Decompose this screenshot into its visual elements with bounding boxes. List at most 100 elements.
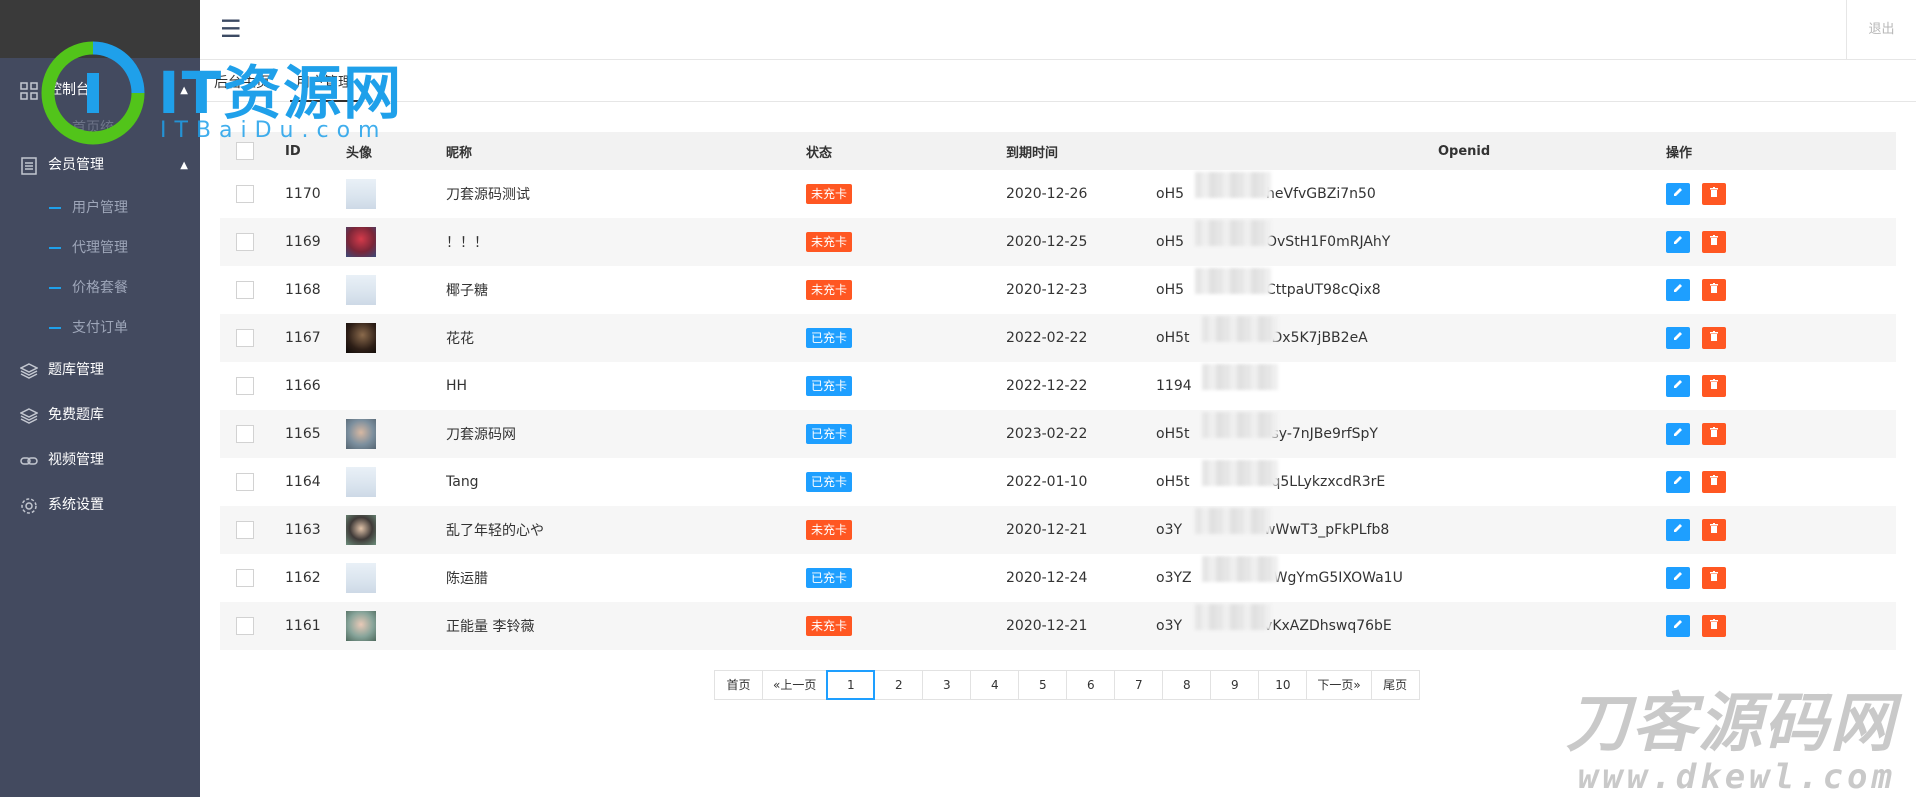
redaction-blur [1195,268,1271,294]
openid-prefix: oH5t [1156,330,1190,346]
delete-button[interactable] [1702,231,1726,253]
openid-prefix: 1194 [1156,378,1192,394]
trash-icon [1710,187,1718,197]
column-header-nickname[interactable]: 昵称 [446,132,806,170]
sidebar-item-members[interactable]: 会员管理 ▲ [0,143,200,188]
sidebar-subitem-label: 用户管理 [72,200,128,216]
pagination-page[interactable]: 4 [970,670,1020,700]
pagination-page[interactable]: 3 [922,670,972,700]
openid-prefix: oH5 [1156,186,1184,202]
table-row: 1163 乱了年轻的心や 未充卡 2020-12-21 o3Y wWwT3_pFkPLfb… [220,506,1896,554]
pencil-icon [1674,428,1682,436]
edit-button[interactable] [1666,375,1690,397]
row-checkbox[interactable] [236,185,254,203]
hamburger-icon[interactable]: ☰ [220,14,242,44]
delete-button[interactable] [1702,183,1726,205]
column-header-avatar[interactable]: 头像 [346,132,446,170]
pagination-page[interactable]: 6 [1066,670,1116,700]
sidebar-subitem-payment-orders[interactable]: 支付订单 [0,308,200,348]
pagination-first[interactable]: 首页 [714,670,763,700]
delete-button[interactable] [1702,567,1726,589]
openid-suffix: WgYmG5IXOWa1U [1273,570,1403,586]
row-checkbox[interactable] [236,425,254,443]
pagination-next[interactable]: 下一页» [1306,670,1372,700]
row-checkbox[interactable] [236,233,254,251]
pagination-page[interactable]: 1 [826,670,876,700]
delete-button[interactable] [1702,327,1726,349]
sidebar-item-console[interactable]: 控制台 ▲ [0,68,200,113]
sidebar-subitem-label: 价格套餐 [72,280,128,296]
edit-button[interactable] [1666,231,1690,253]
edit-button[interactable] [1666,519,1690,541]
edit-button[interactable] [1666,327,1690,349]
row-checkbox[interactable] [236,329,254,347]
openid-suffix: heVfvGBZi7n50 [1266,186,1376,202]
redaction-blur [1195,172,1271,198]
delete-button[interactable] [1702,519,1726,541]
column-header-id[interactable]: ID [285,132,346,170]
openid-prefix: o3Y [1156,522,1183,538]
tab-user-management[interactable]: 用户管理 [296,72,352,92]
row-checkbox[interactable] [236,521,254,539]
table-row: 1166 HH 已充卡 2022-12-22 1194 [220,362,1896,410]
edit-button[interactable] [1666,423,1690,445]
trash-icon [1710,331,1718,341]
redaction-blur [1202,556,1278,582]
table-row: 1165 刀套源码网 已充卡 2023-02-22 oH5t sy-7nJBe9rfSpY [220,410,1896,458]
cell-nickname: 正能量 李铃薇 [446,619,535,635]
status-badge: 已充卡 [806,376,853,396]
pagination-page[interactable]: 8 [1162,670,1212,700]
row-checkbox[interactable] [236,569,254,587]
sidebar-item-system-settings[interactable]: 系统设置 [0,483,200,528]
column-header-actions[interactable]: 操作 [1656,132,1896,170]
pagination-page[interactable]: 5 [1018,670,1068,700]
cell-expire-date: 2020-12-21 [1006,618,1088,634]
pagination-prev[interactable]: «上一页 [762,670,828,700]
row-checkbox[interactable] [236,617,254,635]
sidebar-subitem-price-plans[interactable]: 价格套餐 [0,268,200,308]
pagination-page[interactable]: 9 [1210,670,1260,700]
row-checkbox[interactable] [236,281,254,299]
pagination-page[interactable]: 7 [1114,670,1164,700]
cell-nickname: 乱了年轻的心や [446,523,544,539]
sidebar-subitem-home-stats[interactable]: 首页统 [0,113,200,143]
edit-button[interactable] [1666,567,1690,589]
edit-button[interactable] [1666,471,1690,493]
delete-button[interactable] [1702,375,1726,397]
column-header-expire[interactable]: 到期时间 [1006,132,1156,170]
table-row: 1164 Tang 已充卡 2022-01-10 oH5t q5LLykzxcdR3rE [220,458,1896,506]
edit-button[interactable] [1666,279,1690,301]
sidebar-item-question-bank[interactable]: 题库管理 [0,348,200,393]
status-badge: 已充卡 [806,424,853,444]
column-header-openid[interactable]: Openid [1156,132,1656,170]
sidebar-item-free-question-bank[interactable]: 免费题库 [0,393,200,438]
delete-button[interactable] [1702,423,1726,445]
sidebar-subitem-agent-management[interactable]: 代理管理 [0,228,200,268]
openid-prefix: oH5t [1156,426,1190,442]
cell-expire-date: 2020-12-25 [1006,234,1088,250]
cell-openid: 1194 [1156,362,1656,410]
sidebar-subitem-user-management[interactable]: 用户管理 [0,188,200,228]
trash-icon [1710,475,1718,485]
avatar [346,227,376,257]
sidebar-subitem-label: 首页统 [72,120,114,136]
column-header-status[interactable]: 状态 [806,132,1006,170]
delete-button[interactable] [1702,279,1726,301]
select-all-checkbox[interactable] [236,142,254,160]
delete-button[interactable] [1702,471,1726,493]
sidebar-item-video-management[interactable]: 视频管理 [0,438,200,483]
pagination-last[interactable]: 尾页 [1370,670,1420,700]
pagination-page[interactable]: 2 [874,670,924,700]
tab-bar: 后台主页 用户管理 [200,60,1916,102]
user-table: ID 头像 昵称 状态 到期时间 Openid 操作 1170 刀套源码测试 未充卡… [220,132,1896,650]
delete-button[interactable] [1702,615,1726,637]
row-checkbox[interactable] [236,377,254,395]
edit-button[interactable] [1666,615,1690,637]
edit-button[interactable] [1666,183,1690,205]
row-checkbox[interactable] [236,473,254,491]
logout-button[interactable]: 退出 [1846,0,1916,60]
trash-icon [1710,427,1718,437]
tab-home[interactable]: 后台主页 [214,72,270,92]
sidebar-subitem-label: 支付订单 [72,320,128,336]
pagination-page[interactable]: 10 [1258,670,1308,700]
